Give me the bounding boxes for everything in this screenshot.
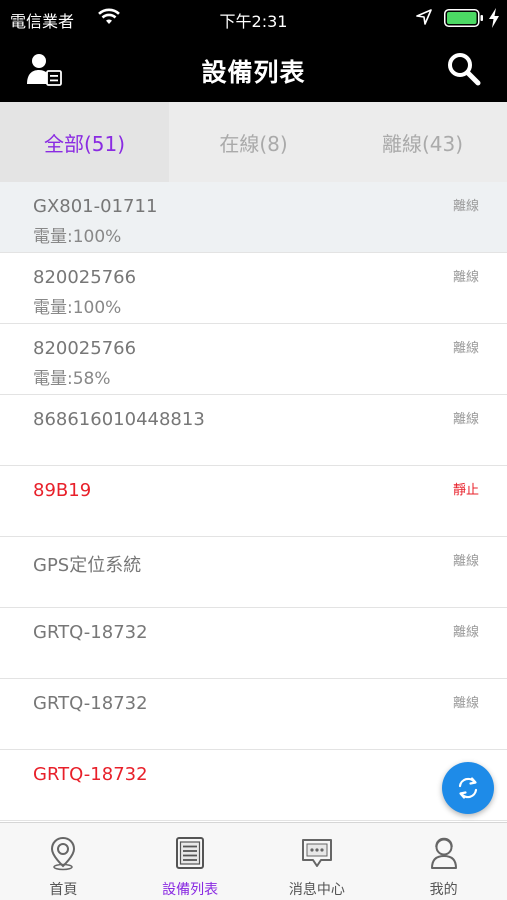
page-title: 設備列表 [201,58,306,87]
tab-label: 我的 [429,882,458,898]
list-item[interactable]: GRTQ-18732 離線 [0,679,507,750]
tab-label: 設備列表 [162,882,219,898]
list-item[interactable]: GRTQ-18732 離線 [0,608,507,679]
device-name: 820025766 [33,267,137,288]
location-arrow-icon [416,9,432,25]
profile-icon [430,837,457,869]
status-bar: 電信業者 下午2:31 [0,0,507,36]
device-list: GX801-01711 電量:100% 離線 820025766 電量:100%… [0,182,507,822]
map-pin-icon [51,836,76,871]
tab-messages[interactable]: 消息中心 [254,823,381,900]
bottom-tab-bar: 首頁 設備列表 消息中心 我的 [0,822,507,900]
list-item[interactable]: GX801-01711 電量:100% 離線 [0,182,507,253]
status-badge: 離線 [452,625,479,640]
status-badge: 離線 [452,554,479,569]
tab-label: 消息中心 [288,882,345,898]
tab-device-list[interactable]: 設備列表 [127,823,254,900]
device-name: GRTQ-18732 [33,764,148,785]
device-name: GPS定位系統 [33,555,142,576]
status-badge: 離線 [452,270,479,285]
device-list-icon [176,837,205,869]
list-item[interactable]: 89B19 靜止 [0,466,507,537]
battery-level: 電量:58% [33,369,111,389]
filter-tabs: 全部(51) 在線(8) 離線(43) [0,102,507,182]
device-name: 868616010448813 [33,409,205,430]
refresh-button[interactable] [442,762,494,814]
tab-online[interactable]: 在線(8) [169,102,338,182]
battery-icon [444,9,483,27]
list-item[interactable]: GPS定位系統 離線 [0,537,507,608]
list-item[interactable]: 820025766 電量:100% 離線 [0,253,507,324]
status-badge: 靜止 [452,483,479,498]
tab-all[interactable]: 全部(51) [0,102,169,182]
list-item[interactable]: GRTQ-18732 [0,750,507,821]
status-badge: 離線 [452,696,479,711]
tab-label: 首頁 [49,882,78,898]
list-item[interactable]: 868616010448813 離線 [0,395,507,466]
list-item[interactable]: 820025766 電量:58% 離線 [0,324,507,395]
search-icon[interactable] [446,51,482,87]
device-name: GRTQ-18732 [33,693,148,714]
device-name: GX801-01711 [33,196,158,217]
message-icon [301,839,332,867]
status-badge: 離線 [452,412,479,427]
device-name: 89B19 [33,480,92,501]
tab-offline[interactable]: 離線(43) [338,102,507,182]
device-name: GRTQ-18732 [33,622,148,643]
nav-bar: 設備列表 [0,36,507,102]
status-badge: 離線 [452,341,479,356]
status-badge: 離線 [452,199,479,214]
tab-home[interactable]: 首頁 [0,823,127,900]
charging-bolt-icon [489,8,499,28]
battery-level: 電量:100% [33,227,122,247]
refresh-icon [458,777,478,799]
tab-profile[interactable]: 我的 [380,823,507,900]
device-name: 820025766 [33,338,137,359]
battery-level: 電量:100% [33,298,122,318]
